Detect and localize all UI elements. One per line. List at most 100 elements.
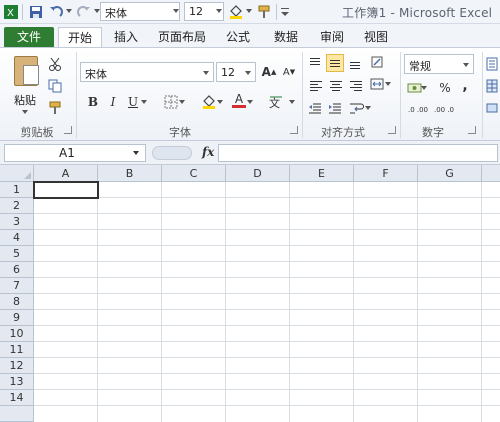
merge-dropdown-icon[interactable] — [384, 76, 392, 92]
font-color-glyph: A — [234, 91, 244, 106]
align-top-button[interactable] — [306, 54, 324, 72]
increase-decimal-text: .0 .00 — [407, 105, 429, 114]
decrease-decimal-button[interactable]: .00 .0 — [432, 102, 456, 118]
format-painter-icon[interactable] — [256, 4, 272, 20]
align-middle-button[interactable] — [326, 54, 344, 72]
borders-dropdown-icon[interactable] — [178, 94, 186, 110]
cut-icon[interactable] — [46, 56, 64, 72]
row-header-partial[interactable] — [0, 406, 34, 422]
comma-button[interactable]: , — [456, 78, 474, 94]
row-header-6[interactable]: 6 — [0, 262, 34, 278]
tab-file[interactable]: 文件 — [4, 27, 54, 48]
column-header-partial[interactable] — [482, 165, 500, 182]
fill-color-icon[interactable] — [228, 4, 244, 20]
wrap-dropdown-icon[interactable] — [364, 100, 372, 116]
insert-function-button[interactable]: fx — [202, 145, 214, 159]
column-header-c[interactable]: C — [162, 165, 226, 182]
decrease-indent-icon[interactable] — [306, 100, 324, 116]
gridline — [34, 277, 500, 278]
clipboard-launcher-icon[interactable] — [64, 126, 72, 134]
row-header-4[interactable]: 4 — [0, 230, 34, 246]
row-header-12[interactable]: 12 — [0, 358, 34, 374]
format-painter-icon[interactable] — [46, 100, 64, 116]
orientation-icon[interactable] — [368, 54, 386, 70]
column-header-b[interactable]: B — [98, 165, 162, 182]
align-left-button[interactable] — [306, 76, 324, 94]
cell-styles-icon[interactable] — [486, 100, 498, 116]
gridline — [161, 182, 162, 422]
font-size-select[interactable]: 12 — [216, 62, 256, 82]
redo-icon[interactable] — [76, 4, 92, 20]
font-size-dropdown-icon[interactable] — [245, 71, 251, 75]
align-bottom-button[interactable] — [346, 54, 364, 72]
row-header-7[interactable]: 7 — [0, 278, 34, 294]
decrease-font-size-icon[interactable]: A ▼ — [280, 64, 298, 80]
increase-decimal-button[interactable]: .0 .00 — [406, 102, 430, 118]
tab-insert[interactable]: 插入 — [106, 27, 146, 48]
tab-home[interactable]: 开始 — [58, 27, 102, 48]
font-group-label: 字体 — [169, 126, 191, 139]
alignment-launcher-icon[interactable] — [388, 126, 396, 134]
save-icon[interactable] — [28, 4, 44, 20]
name-box[interactable]: A1 — [4, 144, 146, 162]
font-name-dropdown-icon[interactable] — [203, 71, 209, 75]
tab-data[interactable]: 数据 — [266, 27, 306, 48]
copy-icon[interactable] — [46, 78, 64, 94]
format-as-table-icon[interactable] — [486, 78, 498, 94]
row-header-11[interactable]: 11 — [0, 342, 34, 358]
row-header-13[interactable]: 13 — [0, 374, 34, 390]
worksheet-grid[interactable]: A B C D E F G 1 2 3 4 5 6 7 8 9 10 11 12… — [0, 165, 500, 422]
column-header-f[interactable]: F — [354, 165, 418, 182]
phonetic-icon[interactable]: 文 — [266, 94, 288, 110]
currency-dropdown-icon[interactable] — [420, 80, 428, 96]
number-launcher-icon[interactable] — [468, 126, 476, 134]
font-launcher-icon[interactable] — [290, 126, 298, 134]
name-box-dropdown-icon[interactable] — [133, 151, 139, 155]
row-header-2[interactable]: 2 — [0, 198, 34, 214]
column-header-d[interactable]: D — [226, 165, 290, 182]
increase-indent-icon[interactable] — [326, 100, 344, 116]
formula-input[interactable] — [218, 144, 498, 162]
percent-button[interactable]: % — [436, 80, 454, 96]
number-format-dropdown-icon[interactable] — [463, 63, 469, 67]
bold-button[interactable]: B — [84, 94, 102, 110]
number-format-select[interactable]: 常规 — [404, 54, 474, 74]
increase-font-size-icon[interactable]: A ▲ — [260, 64, 278, 80]
fill-color-dropdown-icon[interactable] — [216, 94, 224, 110]
qat-font-name-dropdown-icon[interactable] — [173, 9, 179, 13]
tab-formulas[interactable]: 公式 — [218, 27, 258, 48]
conditional-format-icon[interactable] — [486, 56, 498, 72]
align-right-button[interactable] — [346, 76, 364, 94]
row-header-14[interactable]: 14 — [0, 390, 34, 406]
underline-dropdown-icon[interactable] — [140, 94, 148, 110]
select-all-button[interactable] — [0, 165, 34, 182]
formula-bar-resize-handle[interactable] — [152, 146, 192, 160]
row-header-3[interactable]: 3 — [0, 214, 34, 230]
font-color-dropdown-icon[interactable] — [246, 94, 254, 110]
paste-button[interactable]: 粘贴 — [10, 54, 44, 118]
column-header-e[interactable]: E — [290, 165, 354, 182]
tab-view[interactable]: 视图 — [356, 27, 396, 48]
qat-font-size-dropdown-icon[interactable] — [216, 9, 222, 13]
customize-qat-icon[interactable] — [280, 4, 290, 20]
row-header-9[interactable]: 9 — [0, 310, 34, 326]
column-header-g[interactable]: G — [418, 165, 482, 182]
undo-dropdown-icon[interactable] — [66, 9, 72, 13]
row-header-8[interactable]: 8 — [0, 294, 34, 310]
tab-review[interactable]: 审阅 — [312, 27, 352, 48]
row-header-5[interactable]: 5 — [0, 246, 34, 262]
selected-cell-a1[interactable] — [33, 181, 99, 199]
font-name-select[interactable]: 宋体 — [80, 62, 214, 82]
italic-button[interactable]: I — [104, 94, 122, 110]
column-header-a[interactable]: A — [34, 165, 98, 182]
fill-color-dropdown-icon[interactable] — [246, 9, 252, 13]
undo-icon[interactable] — [48, 4, 64, 20]
row-header-1[interactable]: 1 — [0, 182, 34, 198]
qat-font-name[interactable]: 宋体 — [100, 2, 180, 21]
number-format-value: 常规 — [409, 60, 431, 73]
tab-page-layout[interactable]: 页面布局 — [152, 27, 212, 48]
align-center-button[interactable] — [326, 76, 344, 94]
row-header-10[interactable]: 10 — [0, 326, 34, 342]
phonetic-dropdown-icon[interactable] — [288, 94, 296, 110]
paste-dropdown-icon[interactable] — [22, 110, 28, 114]
